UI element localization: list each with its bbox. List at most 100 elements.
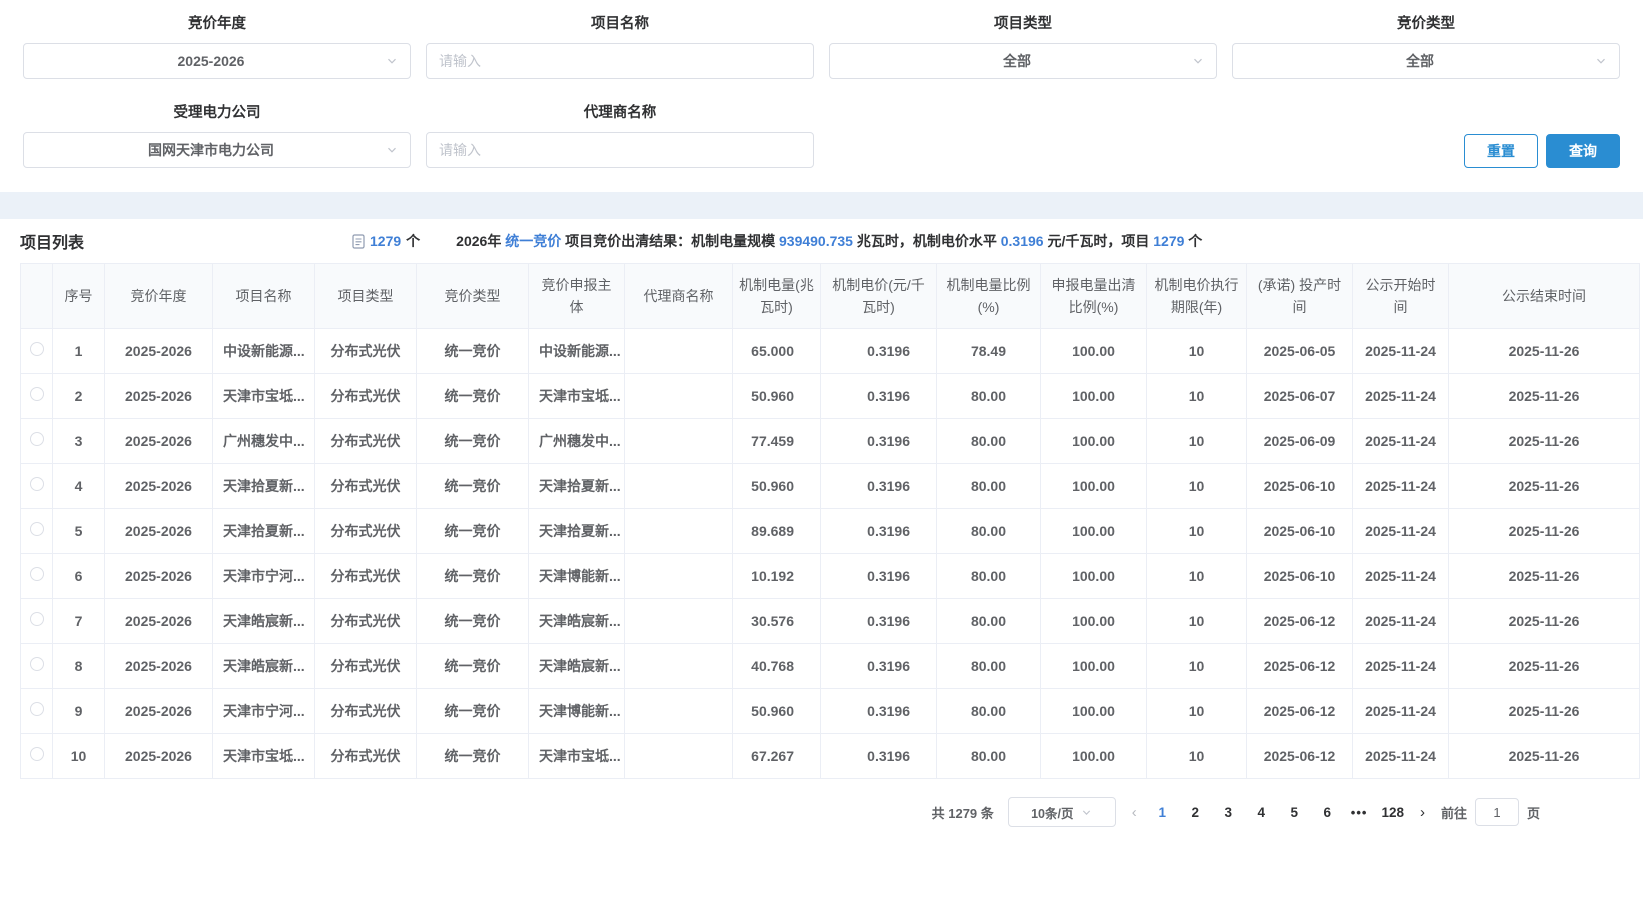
table-cell: 10 (1147, 419, 1247, 464)
project-count-suffix: 个 (406, 231, 420, 251)
table-cell: 统一竞价 (417, 554, 529, 599)
table-row: 62025-2026天津市宁河...分布式光伏统一竞价天津博能新...10.19… (21, 554, 1640, 599)
project-table: 序号竞价年度项目名称项目类型竞价类型竞价申报主体代理商名称机制电量(兆瓦时)机制… (20, 263, 1640, 779)
radio-cell (21, 689, 53, 734)
row-radio[interactable] (30, 522, 44, 536)
table-cell: 10.192 (733, 554, 821, 599)
filter-label-project-type: 项目类型 (829, 12, 1217, 33)
table-cell: 2025-06-10 (1247, 554, 1353, 599)
table-cell: 3 (53, 419, 105, 464)
table-cell: 分布式光伏 (315, 329, 417, 374)
page-size-select[interactable]: 10条/页 (1008, 797, 1116, 827)
row-radio[interactable] (30, 567, 44, 581)
table-cell: 2025-06-12 (1247, 689, 1353, 734)
row-radio[interactable] (30, 657, 44, 671)
row-radio[interactable] (30, 432, 44, 446)
row-radio[interactable] (30, 747, 44, 761)
table-cell: 2025-2026 (105, 644, 213, 689)
summary-link[interactable]: 939490.735 (779, 233, 853, 249)
table-cell: 天津拾夏新... (529, 509, 625, 554)
summary-link[interactable]: 统一竞价 (505, 233, 561, 249)
summary-text: 元/千瓦时，项目 (1044, 233, 1154, 249)
table-cell: 中设新能源... (213, 329, 315, 374)
filter-label-project-name: 项目名称 (426, 12, 814, 33)
next-page-button[interactable]: › (1418, 805, 1427, 820)
agent-name-input[interactable] (439, 142, 801, 158)
bidding-year-select[interactable]: 2025-2026 (23, 43, 411, 79)
table-cell: 天津皓宸新... (529, 599, 625, 644)
table-cell: 80.00 (937, 419, 1041, 464)
table-cell: 2025-11-24 (1353, 599, 1449, 644)
table-cell: 80.00 (937, 599, 1041, 644)
table-cell: 天津市宝坻... (529, 374, 625, 419)
table-cell: 50.960 (733, 689, 821, 734)
table-cell (625, 509, 733, 554)
table-cell: 2025-11-26 (1449, 329, 1640, 374)
goto-page-input[interactable] (1475, 798, 1519, 826)
table-cell: 中设新能源... (529, 329, 625, 374)
summary-text: 兆瓦时，机制电价水平 (853, 233, 1001, 249)
filter-project-type: 项目类型 全部 (829, 12, 1217, 79)
row-radio[interactable] (30, 387, 44, 401)
column-header: 项目名称 (213, 264, 315, 329)
table-cell: 100.00 (1041, 329, 1147, 374)
page-number[interactable]: 5 (1285, 805, 1304, 820)
table-cell: 2025-06-12 (1247, 644, 1353, 689)
filter-panel: 竞价年度 2025-2026 项目名称 项目类型 全部 (0, 0, 1643, 168)
table-cell: 0.3196 (821, 599, 937, 644)
radio-cell (21, 329, 53, 374)
bidding-type-select[interactable]: 全部 (1232, 43, 1620, 79)
table-cell: 2025-11-24 (1353, 644, 1449, 689)
page-number-active[interactable]: 1 (1153, 805, 1172, 820)
table-cell: 天津皓宸新... (213, 644, 315, 689)
table-row: 72025-2026天津皓宸新...分布式光伏统一竞价天津皓宸新...30.57… (21, 599, 1640, 644)
table-cell: 天津博能新... (529, 689, 625, 734)
table-cell: 2025-2026 (105, 554, 213, 599)
table-cell: 100.00 (1041, 644, 1147, 689)
table-cell: 统一竞价 (417, 689, 529, 734)
table-cell: 2025-06-09 (1247, 419, 1353, 464)
row-radio[interactable] (30, 702, 44, 716)
page-number[interactable]: 128 (1381, 805, 1404, 820)
column-header: 序号 (53, 264, 105, 329)
row-radio[interactable] (30, 342, 44, 356)
page-number[interactable]: 3 (1219, 805, 1238, 820)
table-cell: 1 (53, 329, 105, 374)
project-count-value: 1279 (370, 233, 401, 249)
column-header: 机制电价(元/千瓦时) (821, 264, 937, 329)
column-header: (承诺) 投产时间 (1247, 264, 1353, 329)
project-name-input[interactable] (439, 53, 801, 69)
table-cell: 0.3196 (821, 464, 937, 509)
table-cell (625, 554, 733, 599)
summary-link[interactable]: 1279 (1153, 233, 1184, 249)
table-cell: 100.00 (1041, 464, 1147, 509)
table-cell: 天津拾夏新... (213, 464, 315, 509)
table-cell: 2025-11-24 (1353, 734, 1449, 779)
table-cell: 统一竞价 (417, 329, 529, 374)
table-cell: 2025-2026 (105, 689, 213, 734)
table-cell: 100.00 (1041, 374, 1147, 419)
bidding-year-value: 2025-2026 (36, 53, 386, 69)
table-cell: 10 (1147, 644, 1247, 689)
row-radio[interactable] (30, 612, 44, 626)
agent-name-input-wrap (426, 132, 814, 168)
page-number[interactable]: 4 (1252, 805, 1271, 820)
filter-project-name: 项目名称 (426, 12, 814, 79)
list-header: 项目列表 1279 个 2026年 统一竞价 项目竞价出清结果：机制电量规模 9… (20, 219, 1640, 263)
table-cell: 0.3196 (821, 644, 937, 689)
table-cell: 100.00 (1041, 509, 1147, 554)
page-number[interactable]: 2 (1186, 805, 1205, 820)
table-row: 22025-2026天津市宝坻...分布式光伏统一竞价天津市宝坻...50.96… (21, 374, 1640, 419)
radio-cell (21, 509, 53, 554)
project-type-select[interactable]: 全部 (829, 43, 1217, 79)
row-radio[interactable] (30, 477, 44, 491)
reset-button[interactable]: 重置 (1464, 134, 1538, 168)
power-company-select[interactable]: 国网天津市电力公司 (23, 132, 411, 168)
prev-page-button[interactable]: ‹ (1130, 805, 1139, 820)
radio-cell (21, 554, 53, 599)
pagination-ellipsis[interactable]: ••• (1351, 805, 1368, 820)
table-cell: 天津拾夏新... (529, 464, 625, 509)
page-number[interactable]: 6 (1318, 805, 1337, 820)
search-button[interactable]: 查询 (1546, 134, 1620, 168)
summary-link[interactable]: 0.3196 (1001, 233, 1044, 249)
